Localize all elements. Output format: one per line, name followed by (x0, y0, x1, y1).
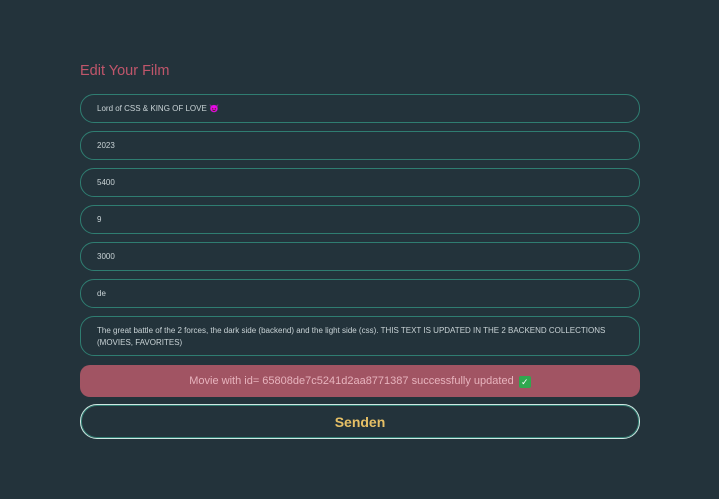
status-message: Movie with id= 65808de7c5241d2aa8771387 … (189, 375, 514, 387)
rating-field[interactable]: 9 (80, 205, 640, 234)
submit-button[interactable]: Senden (80, 404, 640, 439)
success-alert: Movie with id= 65808de7c5241d2aa8771387 … (80, 365, 640, 397)
check-mark-icon: ✓ (518, 376, 531, 388)
form-title: Edit Your Film (80, 63, 170, 79)
duration-field[interactable]: 5400 (80, 168, 640, 197)
budget-field[interactable]: 3000 (80, 242, 640, 271)
description-field[interactable]: The great battle of the 2 forces, the da… (80, 316, 640, 356)
year-field[interactable]: 2023 (80, 131, 640, 160)
title-field[interactable]: Lord of CSS & KING OF LOVE 😈 (80, 94, 640, 123)
edit-film-form: Edit Your Film Lord of CSS & KING OF LOV… (80, 62, 640, 439)
language-field[interactable]: de (80, 279, 640, 308)
